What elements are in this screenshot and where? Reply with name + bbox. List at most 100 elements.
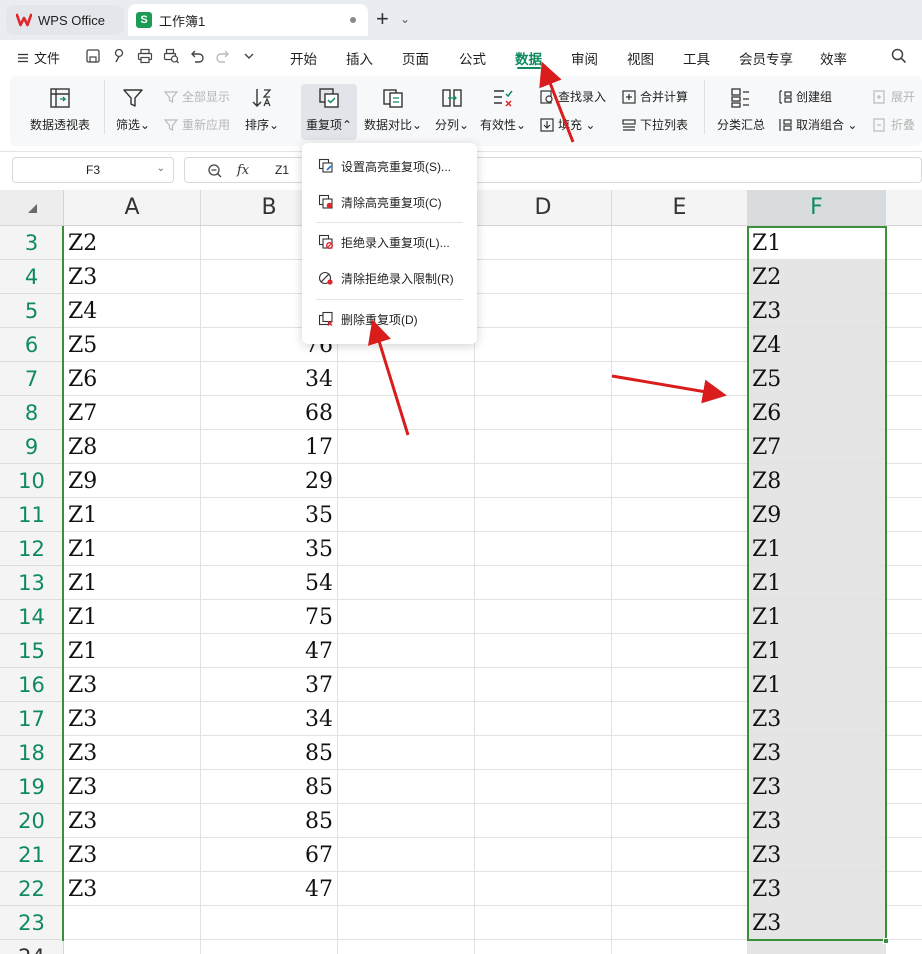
- menu-tools[interactable]: 工具: [683, 48, 710, 68]
- cell-b-22[interactable]: 47: [201, 872, 338, 906]
- cell-a-19[interactable]: Z3: [64, 770, 201, 804]
- cell-b-23[interactable]: [201, 906, 338, 940]
- cell-b-8[interactable]: 68: [201, 396, 338, 430]
- cell-a-3[interactable]: Z2: [64, 226, 201, 260]
- row-header[interactable]: 13: [0, 566, 64, 600]
- cell-a-24[interactable]: [64, 940, 201, 954]
- cell-b-19[interactable]: 85: [201, 770, 338, 804]
- subtotal-button[interactable]: 分类汇总: [714, 86, 768, 133]
- cell-a-7[interactable]: Z6: [64, 362, 201, 396]
- name-box[interactable]: F3 ⌄: [12, 157, 174, 183]
- row-header[interactable]: 7: [0, 362, 64, 396]
- menu-item-delete-duplicates[interactable]: 删除重复项(D): [302, 305, 477, 333]
- column-header-e[interactable]: E: [612, 190, 748, 226]
- cell-a-20[interactable]: Z3: [64, 804, 201, 838]
- row-header[interactable]: 3: [0, 226, 64, 260]
- cell-a-21[interactable]: Z3: [64, 838, 201, 872]
- cell-a-14[interactable]: Z1: [64, 600, 201, 634]
- cell-a-9[interactable]: Z8: [64, 430, 201, 464]
- menu-item-clear-reject-limit[interactable]: 清除拒绝录入限制(R): [302, 264, 477, 292]
- print-icon[interactable]: [136, 47, 154, 65]
- cell-b-13[interactable]: 54: [201, 566, 338, 600]
- row-header[interactable]: 15: [0, 634, 64, 668]
- split-columns-button[interactable]: 分列⌄: [432, 86, 472, 133]
- pivot-table-button[interactable]: 数据透视表: [28, 86, 92, 133]
- menu-review[interactable]: 审阅: [571, 48, 598, 68]
- filter-button[interactable]: 筛选⌄: [114, 86, 152, 133]
- cell-a-8[interactable]: Z7: [64, 396, 201, 430]
- menu-item-set-highlight-duplicates[interactable]: 设置高亮重复项(S)...: [302, 152, 477, 180]
- cell-a-15[interactable]: Z1: [64, 634, 201, 668]
- show-all-button[interactable]: 全部显示: [163, 88, 230, 105]
- cell-b-14[interactable]: 75: [201, 600, 338, 634]
- select-all-corner[interactable]: [0, 190, 64, 226]
- cell-b-9[interactable]: 17: [201, 430, 338, 464]
- ungroup-button[interactable]: 取消组合 ⌄: [777, 116, 857, 133]
- column-header-d[interactable]: D: [475, 190, 612, 226]
- row-header[interactable]: 17: [0, 702, 64, 736]
- reapply-button[interactable]: 重新应用: [163, 116, 230, 133]
- cell-b-24[interactable]: [201, 940, 338, 954]
- column-header-a[interactable]: A: [64, 190, 201, 226]
- cell-f-24[interactable]: [748, 940, 886, 954]
- cell-a-16[interactable]: Z3: [64, 668, 201, 702]
- cell-a-4[interactable]: Z3: [64, 260, 201, 294]
- row-header[interactable]: 11: [0, 498, 64, 532]
- cell-b-7[interactable]: 34: [201, 362, 338, 396]
- cell-b-17[interactable]: 34: [201, 702, 338, 736]
- menu-item-reject-duplicate-entry[interactable]: 拒绝录入重复项(L)...: [302, 228, 477, 256]
- cell-b-11[interactable]: 35: [201, 498, 338, 532]
- column-header-g[interactable]: [886, 190, 922, 226]
- file-menu-button[interactable]: 文件: [18, 48, 60, 67]
- format-painter-icon[interactable]: [110, 47, 128, 65]
- cell-a-5[interactable]: Z4: [64, 294, 201, 328]
- row-header[interactable]: 6: [0, 328, 64, 362]
- consolidate-button[interactable]: 合并计算: [621, 88, 688, 105]
- save-icon[interactable]: [84, 47, 102, 65]
- menu-insert[interactable]: 插入: [346, 48, 373, 68]
- cell-b-10[interactable]: 29: [201, 464, 338, 498]
- redo-icon[interactable]: [214, 47, 232, 65]
- duplicates-button[interactable]: 重复项⌃: [302, 86, 356, 133]
- expand-button[interactable]: 展开: [872, 88, 915, 105]
- menu-data[interactable]: 数据: [515, 48, 542, 68]
- fill-button[interactable]: 填充 ⌄: [539, 116, 595, 133]
- new-tab-button[interactable]: +: [376, 8, 389, 30]
- zoom-icon[interactable]: [207, 163, 223, 179]
- tab-list-chevron-icon[interactable]: ⌄: [400, 12, 410, 26]
- search-icon[interactable]: [890, 47, 908, 65]
- row-header[interactable]: 20: [0, 804, 64, 838]
- tab-wps-office[interactable]: WPS Office: [6, 5, 124, 35]
- quick-access-more-chevron-icon[interactable]: [240, 47, 258, 65]
- cell-b-21[interactable]: 67: [201, 838, 338, 872]
- cell-b-15[interactable]: 47: [201, 634, 338, 668]
- undo-icon[interactable]: [188, 47, 206, 65]
- validity-button[interactable]: 有效性⌄: [478, 86, 528, 133]
- unsaved-dot-icon[interactable]: [350, 17, 356, 23]
- cell-a-22[interactable]: Z3: [64, 872, 201, 906]
- cell-a-18[interactable]: Z3: [64, 736, 201, 770]
- menu-item-clear-highlight-duplicates[interactable]: 清除高亮重复项(C): [302, 188, 477, 216]
- create-group-button[interactable]: 创建组: [777, 88, 832, 105]
- dropdown-list-button[interactable]: 下拉列表: [621, 116, 688, 133]
- menu-view[interactable]: 视图: [627, 48, 654, 68]
- sort-button[interactable]: 排序⌄: [242, 86, 282, 133]
- row-header[interactable]: 24: [0, 940, 64, 954]
- menu-member[interactable]: 会员专享: [739, 48, 793, 68]
- formula-input[interactable]: fx Z1: [184, 157, 922, 183]
- row-header[interactable]: 5: [0, 294, 64, 328]
- data-compare-button[interactable]: 数据对比⌄: [362, 86, 424, 133]
- fx-icon[interactable]: fx: [237, 163, 249, 178]
- fill-handle[interactable]: [883, 938, 889, 944]
- name-box-chevron-down-icon[interactable]: ⌄: [157, 163, 165, 174]
- row-header[interactable]: 14: [0, 600, 64, 634]
- cell-b-20[interactable]: 85: [201, 804, 338, 838]
- row-header[interactable]: 23: [0, 906, 64, 940]
- cell-a-17[interactable]: Z3: [64, 702, 201, 736]
- row-header[interactable]: 12: [0, 532, 64, 566]
- row-header[interactable]: 8: [0, 396, 64, 430]
- row-header[interactable]: 21: [0, 838, 64, 872]
- menu-home[interactable]: 开始: [290, 48, 317, 68]
- cell-a-13[interactable]: Z1: [64, 566, 201, 600]
- menu-efficiency[interactable]: 效率: [820, 48, 847, 68]
